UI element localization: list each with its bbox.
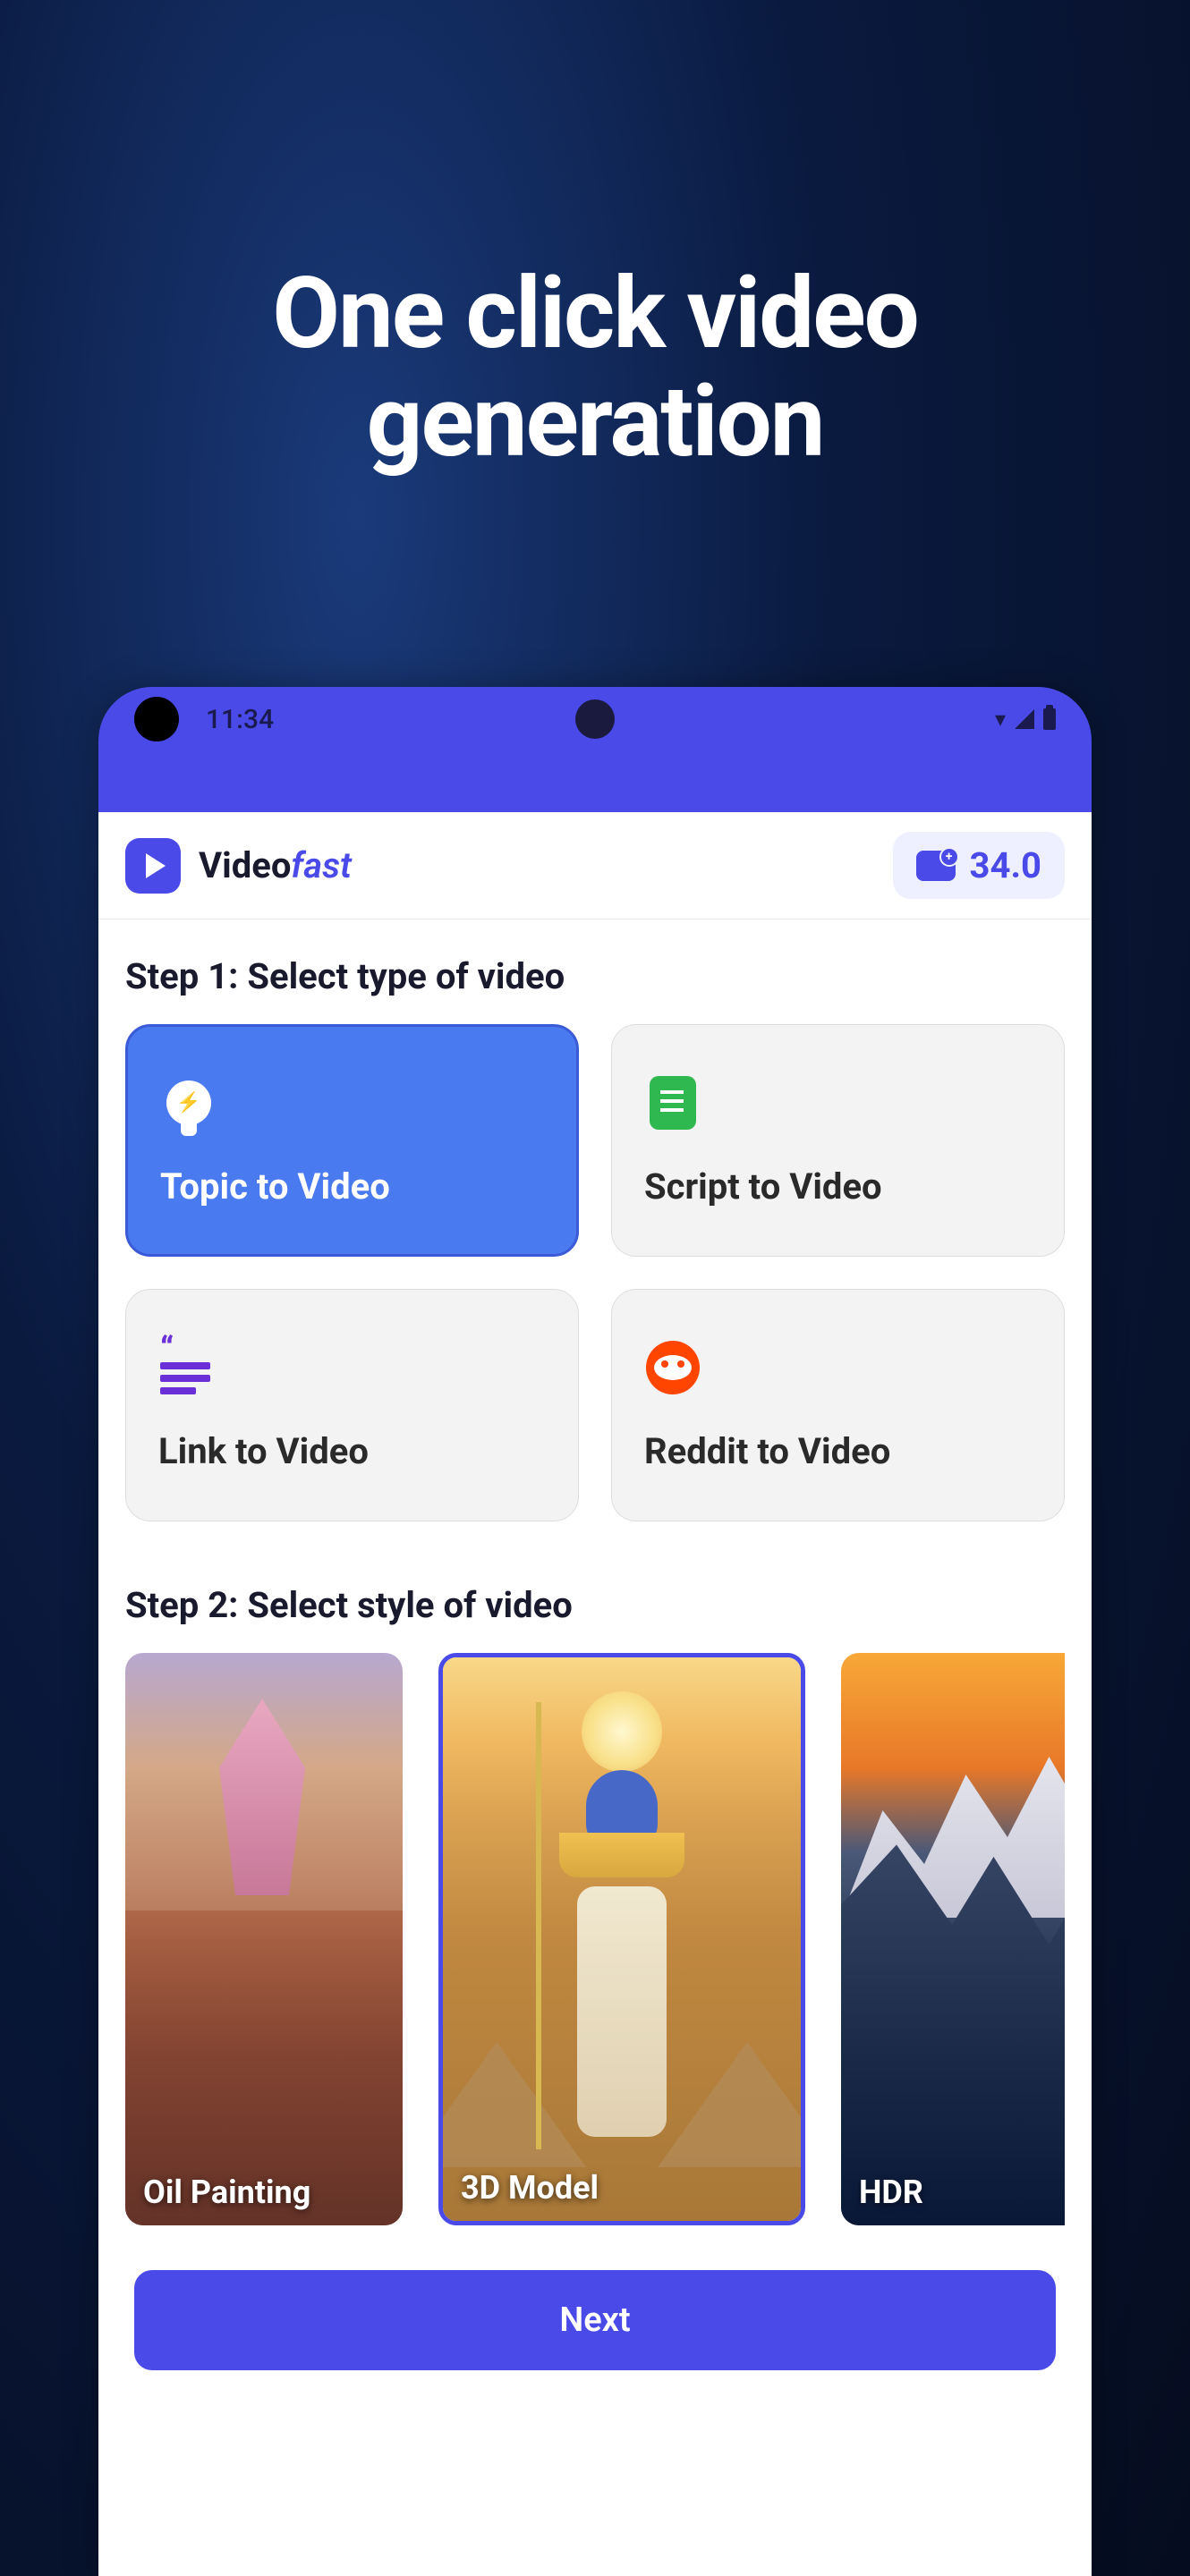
- type-card-topic-to-video[interactable]: Topic to Video: [125, 1024, 579, 1257]
- video-type-grid: Topic to Video Script to Video Link to V…: [125, 1024, 1065, 1521]
- app-screen: Videofast 34.0 Step 1: Select type of vi…: [98, 812, 1092, 2576]
- status-bar: 11:34 ▾: [98, 687, 1092, 751]
- type-label: Script to Video: [644, 1165, 1032, 1208]
- style-label: HDR: [859, 2174, 923, 2211]
- app-logo-icon: [125, 838, 181, 894]
- style-thumbnail: [841, 1653, 1065, 2225]
- main-content: Step 1: Select type of video Topic to Vi…: [98, 919, 1092, 2406]
- step-1-title: Step 1: Select type of video: [125, 955, 1065, 997]
- quote-icon: [158, 1339, 216, 1396]
- signal-icon: [1015, 709, 1034, 729]
- type-label: Topic to Video: [160, 1165, 544, 1208]
- next-button[interactable]: Next: [134, 2270, 1056, 2370]
- front-camera-dot: [134, 697, 179, 741]
- app-brand-name: Videofast: [199, 844, 352, 886]
- video-style-row[interactable]: Oil Painting 3D Model HDR: [125, 1653, 1065, 2225]
- credits-value: 34.0: [970, 844, 1041, 886]
- style-thumbnail: [443, 1657, 801, 2221]
- type-card-script-to-video[interactable]: Script to Video: [611, 1024, 1065, 1257]
- battery-icon: [1043, 708, 1056, 730]
- status-icons: ▾: [995, 707, 1056, 732]
- wifi-icon: ▾: [995, 707, 1006, 732]
- play-icon: [146, 853, 166, 878]
- notch: [575, 699, 615, 739]
- app-header: Videofast 34.0: [98, 812, 1092, 919]
- type-label: Reddit to Video: [644, 1430, 1032, 1472]
- hero-title: One click video generation: [0, 0, 1190, 476]
- style-card-3d-model[interactable]: 3D Model: [438, 1653, 805, 2225]
- brand-prefix: Video: [199, 844, 291, 886]
- reddit-icon: [644, 1339, 701, 1396]
- script-icon: [644, 1074, 701, 1131]
- add-credits-icon: [916, 851, 956, 881]
- style-thumbnail: [125, 1653, 403, 2225]
- style-label: 3D Model: [461, 2169, 599, 2207]
- credits-badge[interactable]: 34.0: [893, 832, 1065, 899]
- style-card-hdr[interactable]: HDR: [841, 1653, 1065, 2225]
- type-card-reddit-to-video[interactable]: Reddit to Video: [611, 1289, 1065, 1521]
- status-time: 11:34: [206, 704, 274, 735]
- type-label: Link to Video: [158, 1430, 546, 1472]
- step-2-title: Step 2: Select style of video: [125, 1584, 1065, 1626]
- phone-frame: 11:34 ▾ Videofast 34.0 Step 1: Select ty…: [98, 687, 1092, 2576]
- style-label: Oil Painting: [143, 2174, 310, 2211]
- type-card-link-to-video[interactable]: Link to Video: [125, 1289, 579, 1521]
- brand-suffix: fast: [291, 844, 352, 886]
- style-card-oil-painting[interactable]: Oil Painting: [125, 1653, 403, 2225]
- lightbulb-icon: [160, 1074, 217, 1131]
